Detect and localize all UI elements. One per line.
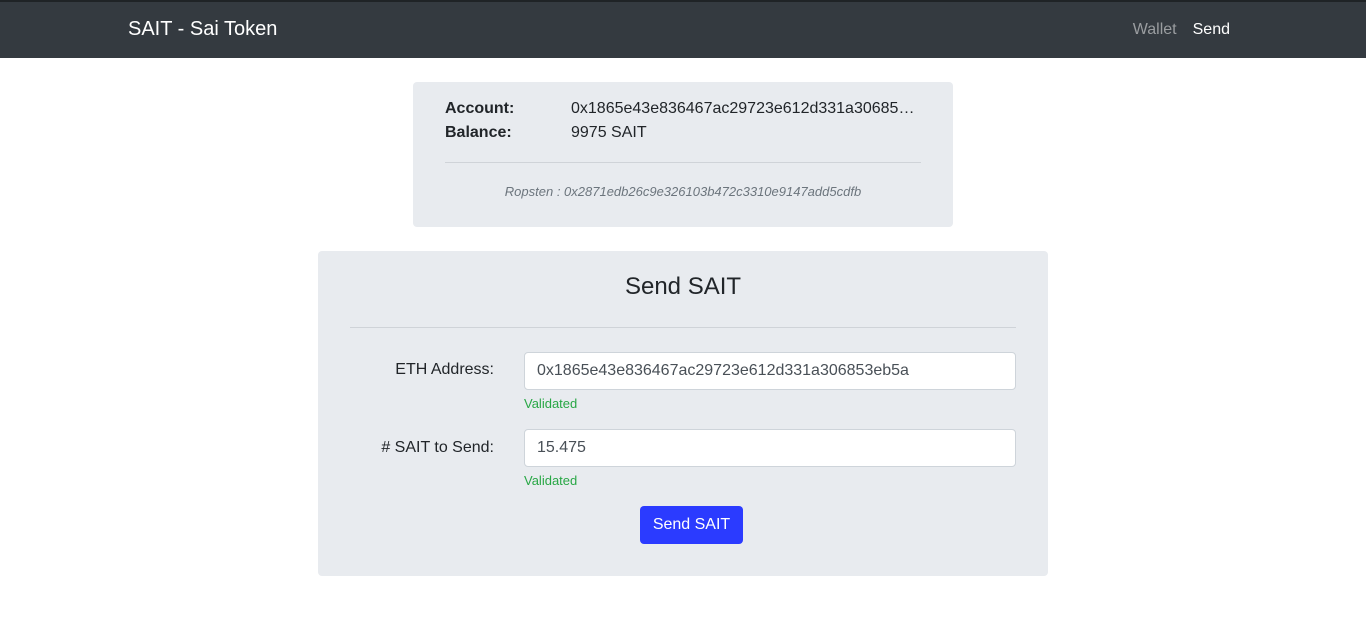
send-card: Send SAIT ETH Address: Validated # SAIT … xyxy=(318,251,1048,576)
send-button[interactable]: Send SAIT xyxy=(640,506,743,544)
brand-link[interactable]: SAIT - Sai Token xyxy=(128,18,277,41)
nav-link-wallet[interactable]: Wallet xyxy=(1133,21,1177,39)
nav-link-send[interactable]: Send xyxy=(1193,21,1230,39)
balance-row: Balance: 9975 SAIT xyxy=(445,124,647,142)
account-value: 0x1865e43e836467ac29723e612d331a306853eb… xyxy=(571,100,917,117)
network-info: Ropsten : 0x2871edb26c9e326103b472c3310e… xyxy=(504,184,862,199)
navbar: SAIT - Sai Token Wallet Send xyxy=(0,0,1366,58)
amount-validation: Validated xyxy=(524,473,578,488)
address-validation: Validated xyxy=(524,396,578,411)
amount-label: # SAIT to Send: xyxy=(381,439,494,456)
amount-input[interactable] xyxy=(524,429,1016,467)
eth-address-input[interactable] xyxy=(524,352,1016,390)
account-row: Account: 0x1865e43e836467ac29723e612d331a… xyxy=(445,100,917,118)
send-title: Send SAIT xyxy=(624,273,742,300)
address-label: ETH Address: xyxy=(395,361,494,378)
account-label: Account: xyxy=(445,100,515,117)
nav-links: Wallet Send xyxy=(1133,21,1230,39)
balance-value: 9975 SAIT xyxy=(571,124,647,141)
balance-label: Balance: xyxy=(445,124,512,141)
account-card: Account: 0x1865e43e836467ac29723e612d331a… xyxy=(413,82,953,227)
divider xyxy=(445,162,921,163)
divider xyxy=(350,327,1016,328)
